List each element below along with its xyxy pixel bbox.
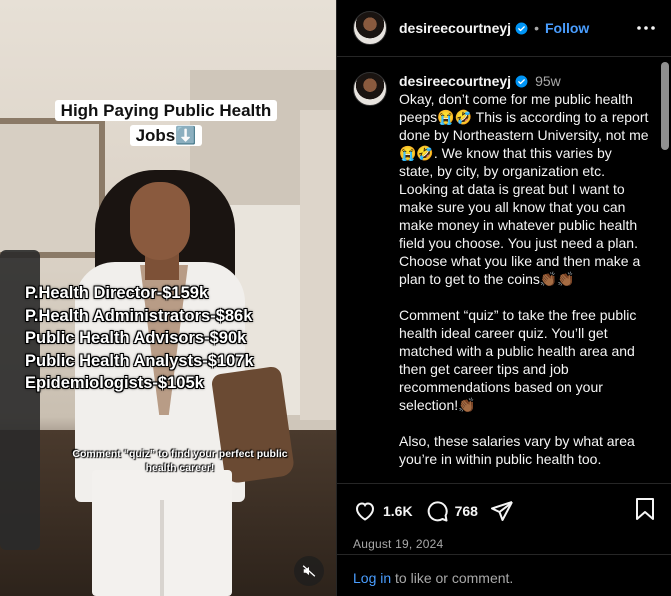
verified-badge-icon bbox=[515, 75, 528, 87]
salary-item: Epidemiologists-$105k bbox=[25, 374, 204, 392]
person-face bbox=[130, 182, 190, 260]
action-row: 1.6K 768 bbox=[353, 497, 656, 526]
caption-row: desireecourtneyj 95w Okay, don’t come fo… bbox=[337, 58, 671, 483]
scrollbar[interactable] bbox=[661, 62, 669, 150]
login-suffix: to like or comment. bbox=[391, 570, 514, 586]
header-separator: • bbox=[534, 20, 539, 36]
like-button[interactable]: 1.6K bbox=[353, 499, 413, 523]
salary-list-overlay: P.Health Director-$159k P.Health Adminis… bbox=[25, 282, 325, 395]
post-time-ago[interactable]: 95w bbox=[535, 72, 561, 90]
person-pants-seam bbox=[160, 500, 164, 596]
bookmark-icon bbox=[636, 497, 654, 520]
caption-paragraph: Okay, don’t come for me public health pe… bbox=[399, 91, 649, 287]
comment-icon bbox=[427, 501, 448, 522]
save-button[interactable] bbox=[634, 497, 656, 526]
media-caption: Comment “quiz” to find your perfect publ… bbox=[72, 448, 288, 474]
post-panel: desireecourtneyj • Follow desireecourtne… bbox=[336, 0, 671, 596]
comment-count: 768 bbox=[454, 503, 478, 519]
avatar[interactable] bbox=[353, 72, 387, 106]
share-button[interactable] bbox=[490, 499, 514, 523]
caption-header: desireecourtneyj 95w bbox=[399, 72, 649, 90]
avatar[interactable] bbox=[353, 11, 387, 45]
header-username[interactable]: desireecourtneyj bbox=[399, 20, 511, 36]
caption-section[interactable]: desireecourtneyj 95w Okay, don’t come fo… bbox=[337, 58, 671, 483]
post-header: desireecourtneyj • Follow bbox=[337, 0, 671, 57]
more-options-button[interactable] bbox=[635, 17, 657, 39]
salary-item: P.Health Director-$159k bbox=[25, 284, 209, 302]
salary-item: Public Health Analysts-$107k bbox=[25, 351, 254, 370]
comment-button[interactable]: 768 bbox=[425, 499, 478, 523]
salary-item: P.Health Administrators-$86k bbox=[25, 306, 253, 325]
media-title: High Paying Public Health Jobs⬇️ bbox=[54, 100, 278, 146]
heart-icon bbox=[355, 502, 375, 521]
mute-button[interactable] bbox=[294, 556, 324, 586]
post-date[interactable]: August 19, 2024 bbox=[353, 537, 656, 551]
caption-username[interactable]: desireecourtneyj bbox=[399, 72, 511, 90]
muted-speaker-icon bbox=[302, 565, 316, 577]
caption-paragraph: Also, these salaries vary by what area y… bbox=[399, 433, 635, 467]
caption-paragraph: Comment “quiz” to take the free public h… bbox=[399, 307, 637, 413]
login-link[interactable]: Log in bbox=[353, 570, 391, 586]
media-title-overlay: High Paying Public Health Jobs⬇️ bbox=[40, 98, 292, 148]
salary-item: Public Health Advisors-$90k bbox=[25, 329, 247, 347]
more-options-icon bbox=[637, 26, 655, 30]
caption-body: desireecourtneyj 95w Okay, don’t come fo… bbox=[399, 72, 649, 483]
action-bar: 1.6K 768 August 19, 2024 bbox=[337, 483, 671, 551]
follow-button[interactable]: Follow bbox=[545, 20, 589, 36]
login-prompt: Log in to like or comment. bbox=[337, 554, 671, 596]
post-media[interactable]: High Paying Public Health Jobs⬇️ P.Healt… bbox=[0, 0, 336, 596]
verified-badge-icon bbox=[515, 22, 528, 34]
share-icon bbox=[490, 501, 513, 521]
like-count: 1.6K bbox=[383, 503, 413, 519]
